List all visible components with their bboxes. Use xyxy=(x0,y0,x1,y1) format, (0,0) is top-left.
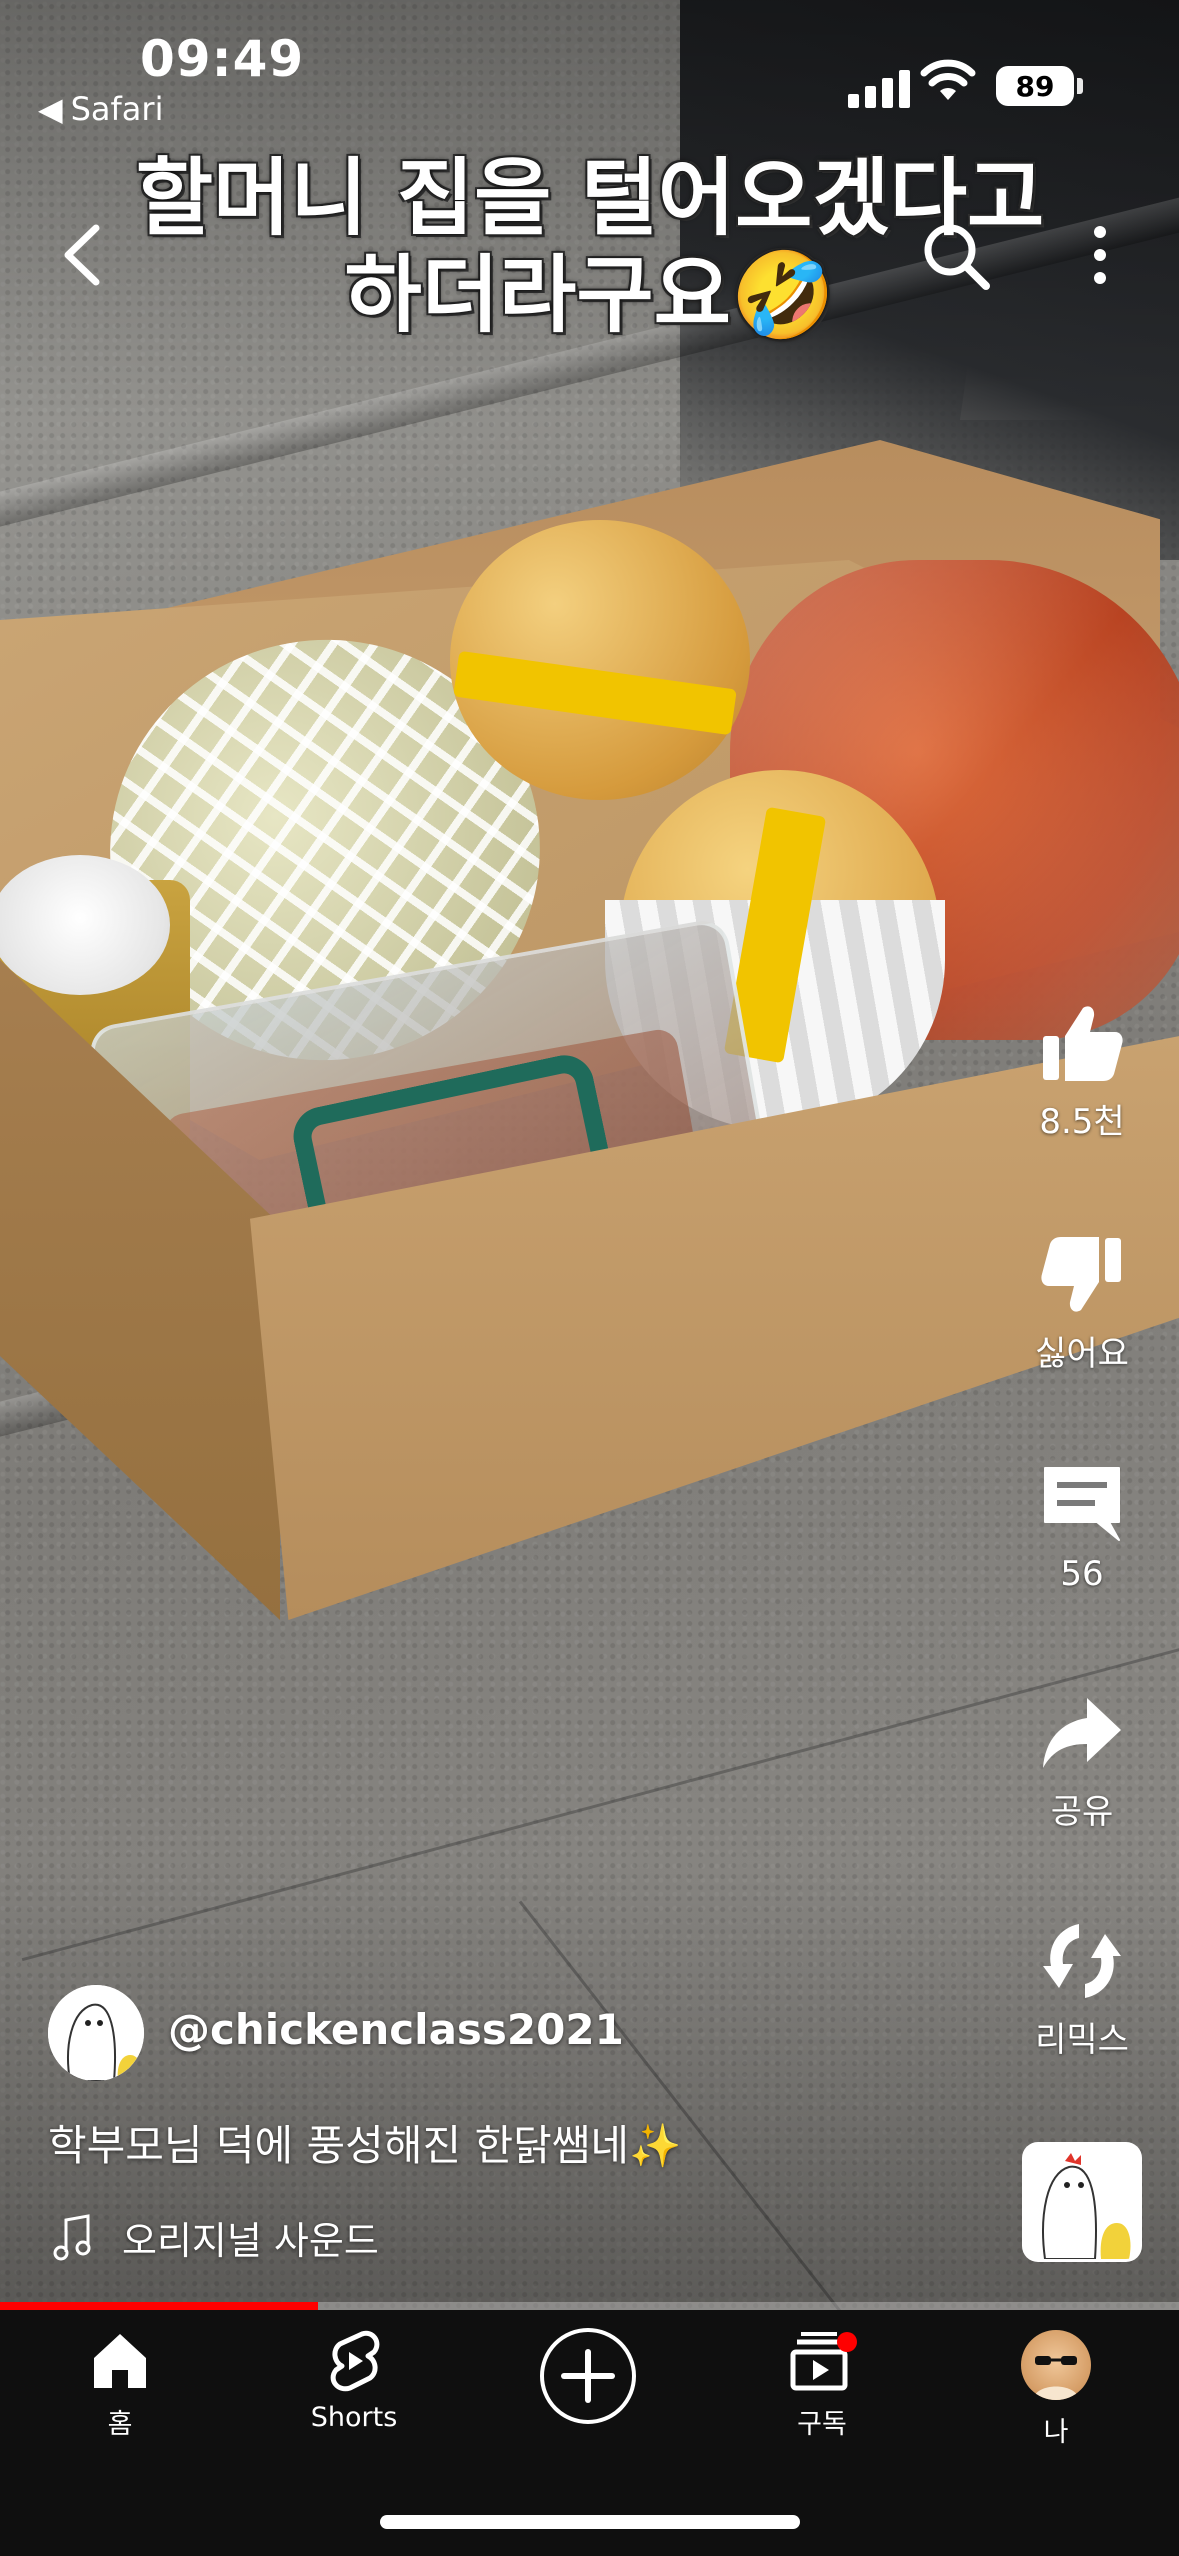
remix-button[interactable]: 리믹스 xyxy=(1020,1918,1144,2061)
sound-label: 오리지널 사운드 xyxy=(122,2219,379,2263)
tab-shorts[interactable]: Shorts xyxy=(274,2330,434,2433)
profile-avatar-icon xyxy=(1033,2356,1079,2400)
sound-row[interactable]: 오리지널 사운드 xyxy=(52,2210,379,2265)
tab-me[interactable]: 나 xyxy=(976,2330,1136,2449)
cellular-signal-icon xyxy=(848,70,910,108)
battery-tip xyxy=(1077,78,1083,94)
subscriptions-icon xyxy=(790,2332,857,2391)
wifi-icon xyxy=(920,59,976,100)
back-triangle-icon: ◀ xyxy=(38,90,63,128)
comment-count: 56 xyxy=(1060,1554,1104,1594)
video-progress-bar[interactable] xyxy=(0,2302,1179,2310)
dislike-label: 싫어요 xyxy=(1035,1334,1129,1374)
remix-label: 리믹스 xyxy=(1035,2020,1129,2060)
plus-icon xyxy=(561,2349,615,2403)
back-to-app[interactable]: ◀ Safari xyxy=(38,90,163,128)
video-progress-fill xyxy=(0,2302,319,2310)
more-vertical-icon[interactable] xyxy=(1085,220,1115,290)
comment-icon xyxy=(1044,1467,1120,1541)
status-time: 09:49 xyxy=(140,30,305,88)
share-label: 공유 xyxy=(1050,1792,1114,1832)
tab-subscriptions[interactable]: 구독 xyxy=(742,2330,902,2441)
thumbs-down-icon xyxy=(1041,1237,1121,1312)
music-note-icon xyxy=(53,2213,91,2260)
shorts-video[interactable] xyxy=(0,0,1179,2310)
like-button[interactable]: 8.5천 xyxy=(1020,1000,1144,1143)
comment-button[interactable]: 56 xyxy=(1020,1460,1144,1594)
channel-handle[interactable]: @chickenclass2021 xyxy=(168,2005,624,2054)
like-count: 8.5천 xyxy=(1039,1102,1125,1142)
sound-thumbnail[interactable] xyxy=(1022,2142,1142,2262)
remix-icon xyxy=(1043,1924,1121,1998)
chicken-mascot-icon xyxy=(1025,2145,1139,2259)
tab-shorts-label: Shorts xyxy=(310,2402,398,2433)
back-app-label: Safari xyxy=(70,90,164,128)
home-indicator xyxy=(380,2515,800,2529)
profile-avatar xyxy=(1021,2330,1091,2400)
share-icon xyxy=(1043,1698,1121,1768)
dislike-button[interactable]: 싫어요 xyxy=(1020,1232,1144,1375)
tab-me-label: 나 xyxy=(1043,2417,1069,2448)
tab-home-label: 홈 xyxy=(107,2409,133,2440)
search-icon[interactable] xyxy=(918,218,994,294)
create-button[interactable] xyxy=(540,2328,636,2424)
shorts-icon xyxy=(330,2330,380,2392)
battery-indicator: 89 xyxy=(996,66,1074,106)
channel-avatar[interactable] xyxy=(48,1985,144,2081)
thumbs-up-icon xyxy=(1043,1006,1123,1081)
tab-home[interactable]: 홈 xyxy=(40,2330,200,2441)
video-description[interactable]: 학부모님 덕에 풍성해진 한닭쌤네✨ xyxy=(48,2112,681,2173)
share-button[interactable]: 공유 xyxy=(1020,1690,1144,1833)
tab-subscriptions-label: 구독 xyxy=(797,2409,847,2440)
home-icon xyxy=(94,2334,146,2388)
chicken-avatar-icon xyxy=(48,1985,144,2081)
back-icon[interactable] xyxy=(52,220,112,290)
